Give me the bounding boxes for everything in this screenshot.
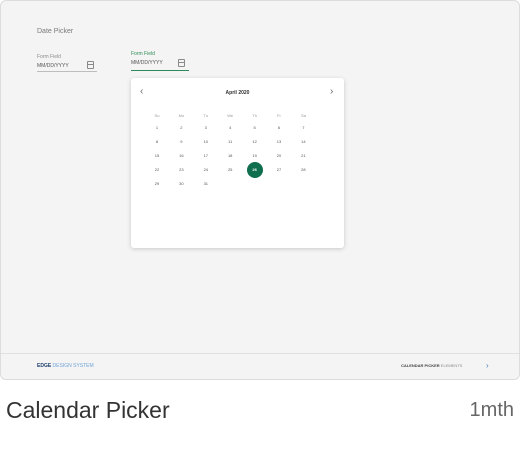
- date-field-2-label: Form Field: [131, 51, 155, 57]
- next-month-icon[interactable]: ›: [330, 86, 333, 97]
- card-age: 1mth: [469, 399, 514, 421]
- calendar-day[interactable]: 25: [222, 162, 238, 178]
- calendar-day[interactable]: 26: [246, 162, 263, 178]
- date-field-2-placeholder[interactable]: MM/DD/YYYY: [131, 60, 163, 66]
- calendar-day[interactable]: 31: [198, 176, 214, 192]
- calendar-icon[interactable]: [178, 59, 185, 67]
- month-label: April 2020: [225, 90, 250, 96]
- breadcrumb[interactable]: CALENDAR PICKER ELEMENTS: [401, 363, 462, 368]
- calendar-day[interactable]: 29: [149, 176, 165, 192]
- date-field-1-label: Form Field: [37, 54, 61, 60]
- brand-logo: EDGE DESIGN SYSTEM: [37, 363, 94, 369]
- calendar-day[interactable]: 27: [271, 162, 287, 178]
- date-field-1-underline: [37, 71, 97, 72]
- date-field-2-underline: [131, 69, 189, 71]
- brand-name: EDGE: [37, 363, 52, 369]
- breadcrumb-current: CALENDAR PICKER: [401, 363, 440, 368]
- calendar-icon[interactable]: [87, 61, 94, 69]
- card-title[interactable]: Calendar Picker: [6, 397, 170, 424]
- date-field-1[interactable]: Form Field MM/DD/YYYY: [37, 54, 97, 72]
- date-field-1-placeholder[interactable]: MM/DD/YYYY: [37, 63, 69, 69]
- calendar-grid: Su Mo Tu We Th Fr Sa 1 2 3 4 5 6 7 8 9 1…: [149, 111, 318, 193]
- preview-card[interactable]: Date Picker Form Field MM/DD/YYYY Form F…: [0, 0, 520, 380]
- date-field-2[interactable]: Form Field MM/DD/YYYY: [131, 51, 189, 71]
- breadcrumb-section: ELEMENTS: [439, 363, 463, 368]
- section-title: Date Picker: [37, 28, 74, 35]
- calendar-day[interactable]: 30: [173, 176, 189, 192]
- chevron-right-icon[interactable]: ›: [486, 361, 489, 370]
- calendar-week: 29 30 31: [149, 179, 318, 193]
- calendar-popup: ‹ April 2020 › Su Mo Tu We Th Fr Sa 1 2 …: [131, 78, 344, 248]
- footer-divider: [1, 353, 519, 354]
- calendar-day[interactable]: 28: [295, 162, 311, 178]
- brand-subtitle: DESIGN SYSTEM: [51, 363, 94, 369]
